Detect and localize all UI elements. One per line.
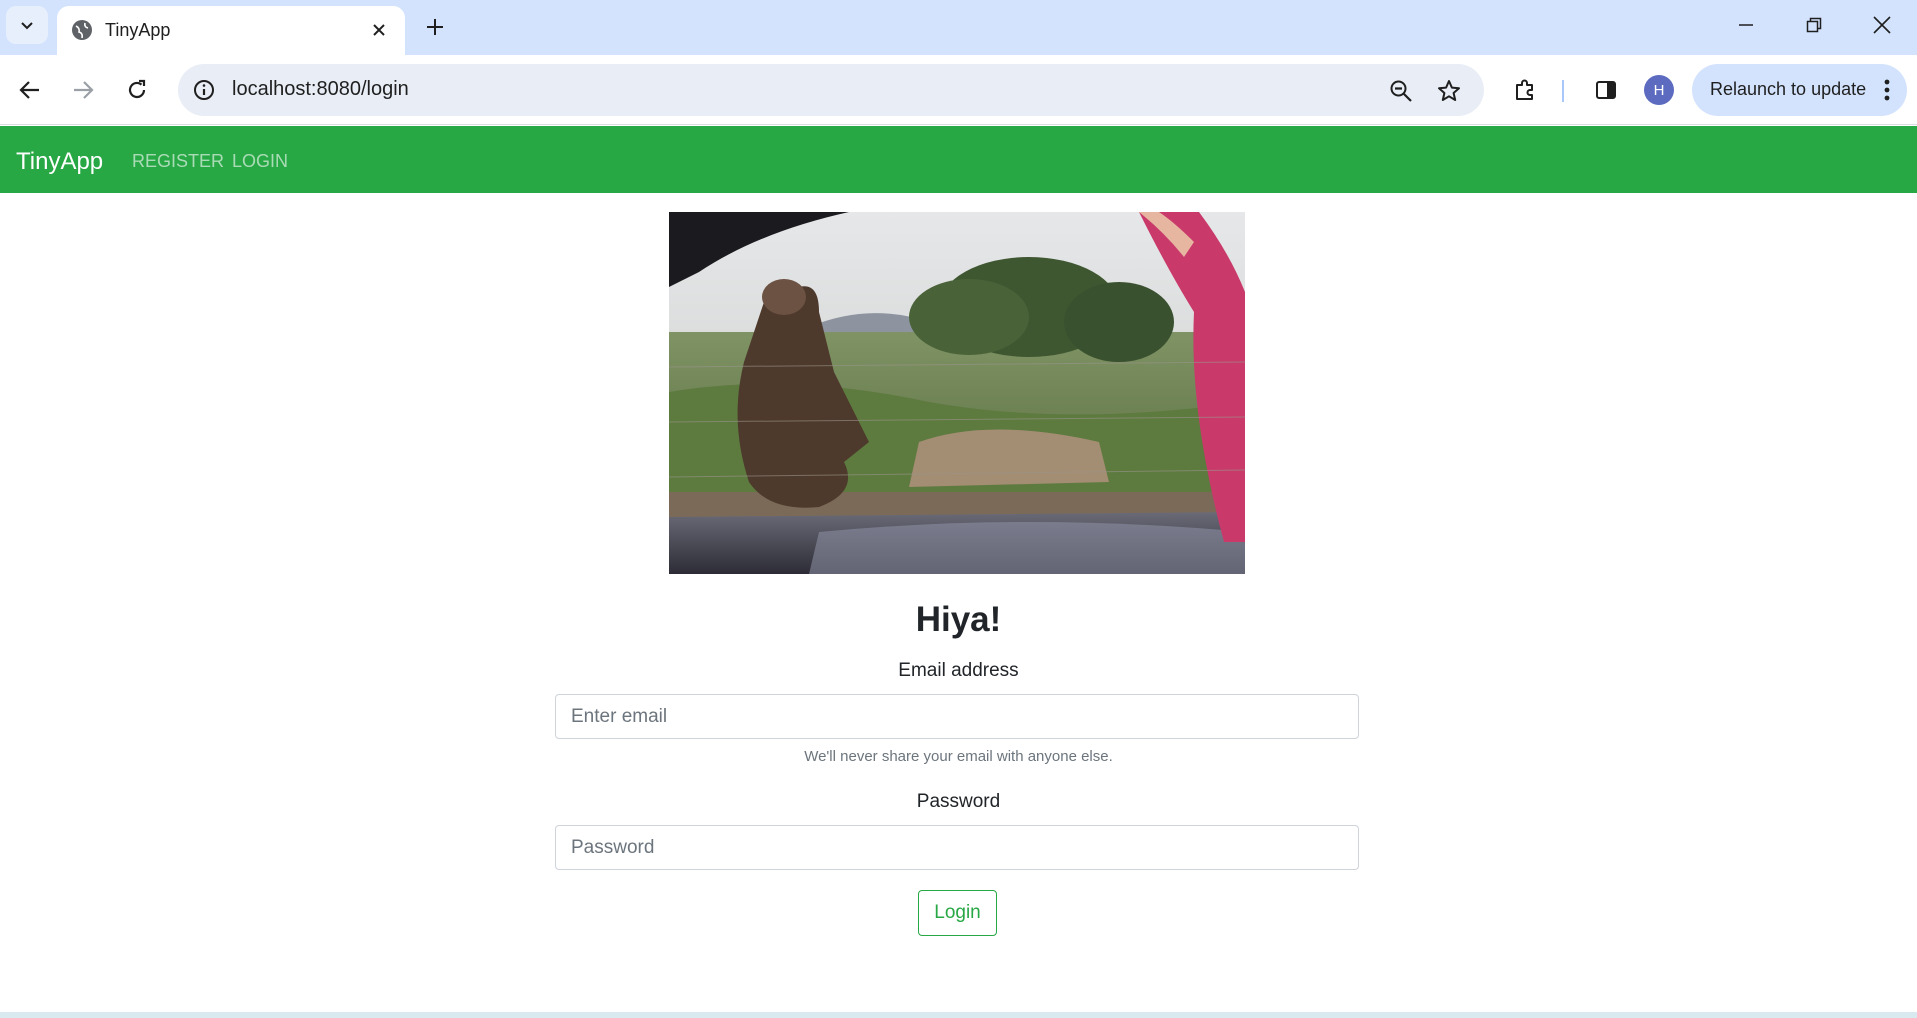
restore-button[interactable] xyxy=(1780,0,1848,50)
globe-icon xyxy=(72,20,92,40)
profile-avatar[interactable]: H xyxy=(1644,75,1674,105)
browser-toolbar: localhost:8080/login H Relaunch to updat… xyxy=(0,55,1917,125)
reload-icon xyxy=(128,79,146,99)
page-heading: Hiya! xyxy=(915,600,1002,639)
password-field[interactable] xyxy=(555,825,1359,870)
back-button[interactable] xyxy=(10,70,50,110)
side-panel-button[interactable] xyxy=(1586,70,1626,110)
site-info-button[interactable] xyxy=(190,76,218,104)
tab-search-button[interactable] xyxy=(6,6,48,44)
url-text: localhost:8080/login xyxy=(232,78,409,100)
toolbar-divider xyxy=(1562,80,1564,102)
email-label: Email address xyxy=(898,660,1019,681)
address-bar[interactable]: localhost:8080/login xyxy=(178,64,1484,116)
nav-link-register[interactable]: REGISTER xyxy=(132,151,224,172)
close-icon xyxy=(1873,16,1891,34)
close-window-button[interactable] xyxy=(1848,0,1916,50)
bear-waving-photo xyxy=(669,212,1245,574)
zoom-button[interactable] xyxy=(1386,76,1416,106)
more-vertical-icon xyxy=(1884,79,1890,101)
new-tab-button[interactable] xyxy=(420,12,450,42)
app-navbar: TinyApp REGISTER LOGIN xyxy=(0,126,1917,193)
browser-tab-bar: TinyApp xyxy=(0,0,1917,55)
email-field[interactable] xyxy=(555,694,1359,739)
bottom-edge xyxy=(0,1012,1917,1018)
side-panel-icon xyxy=(1596,81,1616,99)
info-icon xyxy=(194,80,214,100)
arrow-right-icon xyxy=(74,81,94,99)
close-icon xyxy=(373,24,385,36)
nav-link-login[interactable]: LOGIN xyxy=(232,151,288,172)
browser-menu-button[interactable] xyxy=(1877,76,1897,104)
restore-icon xyxy=(1806,17,1822,33)
email-help-text: We'll never share your email with anyone… xyxy=(804,748,1113,765)
reload-button[interactable] xyxy=(117,70,157,110)
password-label: Password xyxy=(916,791,1001,812)
close-tab-button[interactable] xyxy=(367,18,391,42)
forward-button[interactable] xyxy=(63,70,103,110)
brand-logo[interactable]: TinyApp xyxy=(16,148,103,176)
minimize-button[interactable] xyxy=(1712,0,1780,50)
relaunch-button[interactable]: Relaunch to update xyxy=(1692,64,1907,116)
relaunch-label: Relaunch to update xyxy=(1710,79,1867,99)
zoom-out-icon xyxy=(1390,80,1412,102)
browser-tab[interactable]: TinyApp xyxy=(57,6,405,55)
extensions-button[interactable] xyxy=(1505,70,1545,110)
plus-icon xyxy=(427,19,443,35)
login-button[interactable]: Login xyxy=(918,890,997,936)
chevron-down-icon xyxy=(21,22,33,30)
bookmark-button[interactable] xyxy=(1434,76,1464,106)
tab-title: TinyApp xyxy=(105,20,171,40)
hero-image xyxy=(669,212,1245,574)
minimize-icon xyxy=(1739,24,1753,26)
arrow-left-icon xyxy=(19,81,39,99)
star-icon xyxy=(1438,80,1460,101)
puzzle-icon xyxy=(1516,79,1533,100)
